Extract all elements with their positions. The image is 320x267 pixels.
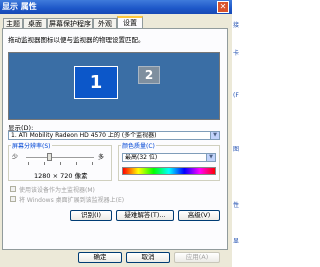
background-link-1[interactable]: 接 bbox=[233, 20, 239, 29]
chevron-down-icon[interactable]: ▼ bbox=[210, 132, 219, 139]
ok-button[interactable]: 确定 bbox=[78, 252, 122, 263]
advanced-button[interactable]: 高级(V) bbox=[178, 210, 220, 221]
apply-button[interactable]: 应用(A) bbox=[174, 252, 220, 263]
slider-tick bbox=[60, 162, 61, 165]
monitor-1-icon[interactable]: 1 bbox=[74, 66, 118, 99]
background-link-6[interactable]: 显 bbox=[233, 236, 239, 245]
color-quality-group bbox=[118, 145, 220, 181]
tab-appearance[interactable]: 外观 bbox=[93, 18, 117, 28]
color-spectrum-bar bbox=[122, 167, 216, 175]
resolution-value: 1280 × 720 像素 bbox=[34, 172, 88, 180]
resolution-slider-thumb[interactable] bbox=[47, 153, 53, 161]
slider-tick bbox=[76, 162, 77, 165]
resolution-less-label: 少 bbox=[12, 154, 19, 161]
cancel-button[interactable]: 取消 bbox=[126, 252, 170, 263]
background-link-4[interactable]: 图 bbox=[233, 144, 239, 153]
display-select[interactable]: 1. ATI Mobility Radeon HD 4570 上的 (多个监视器… bbox=[8, 131, 220, 140]
instruction-text: 拖动监视器图标以便与监视器的物理设置匹配。 bbox=[8, 36, 145, 44]
slider-tick bbox=[44, 162, 45, 165]
monitor-2-icon[interactable]: 2 bbox=[138, 66, 160, 84]
color-quality-value: 最高(32 位) bbox=[125, 154, 158, 161]
identify-button[interactable]: 识别(I) bbox=[70, 210, 112, 221]
resolution-title: 屏幕分辨率(S) bbox=[11, 141, 52, 150]
slider-tick bbox=[92, 162, 93, 165]
resolution-more-label: 多 bbox=[98, 154, 105, 161]
tab-desktop[interactable]: 桌面 bbox=[23, 18, 47, 28]
primary-monitor-checkbox[interactable] bbox=[10, 186, 16, 192]
background-link-5[interactable]: 性 bbox=[233, 200, 239, 209]
close-icon[interactable]: ✕ bbox=[217, 1, 229, 13]
primary-monitor-label: 使用该设备作为主监视器(M) bbox=[19, 187, 95, 194]
title-bar: 显示 属性 ✕ bbox=[0, 0, 232, 14]
display-select-value: 1. ATI Mobility Radeon HD 4570 上的 (多个监视器… bbox=[11, 132, 157, 139]
troubleshoot-button[interactable]: 疑难解答(T)... bbox=[116, 210, 174, 221]
background-link-2[interactable]: 卡 bbox=[233, 48, 239, 57]
color-quality-select[interactable]: 最高(32 位) ▼ bbox=[122, 153, 216, 162]
chevron-down-icon[interactable]: ▼ bbox=[206, 154, 215, 161]
extend-desktop-checkbox[interactable] bbox=[10, 196, 16, 202]
tab-screensaver[interactable]: 屏幕保护程序 bbox=[47, 18, 93, 28]
tab-theme[interactable]: 主题 bbox=[3, 18, 23, 28]
slider-tick bbox=[28, 162, 29, 165]
background-page-strip: 接 卡 (F 图 性 显 bbox=[232, 0, 244, 267]
color-quality-title: 颜色质量(C) bbox=[121, 141, 156, 150]
background-link-3[interactable]: (F bbox=[233, 92, 239, 99]
window-title: 显示 属性 bbox=[2, 2, 37, 11]
extend-desktop-label: 将 Windows 桌面扩展到该监视器上(E) bbox=[19, 197, 125, 204]
resolution-slider-track[interactable] bbox=[26, 157, 94, 160]
